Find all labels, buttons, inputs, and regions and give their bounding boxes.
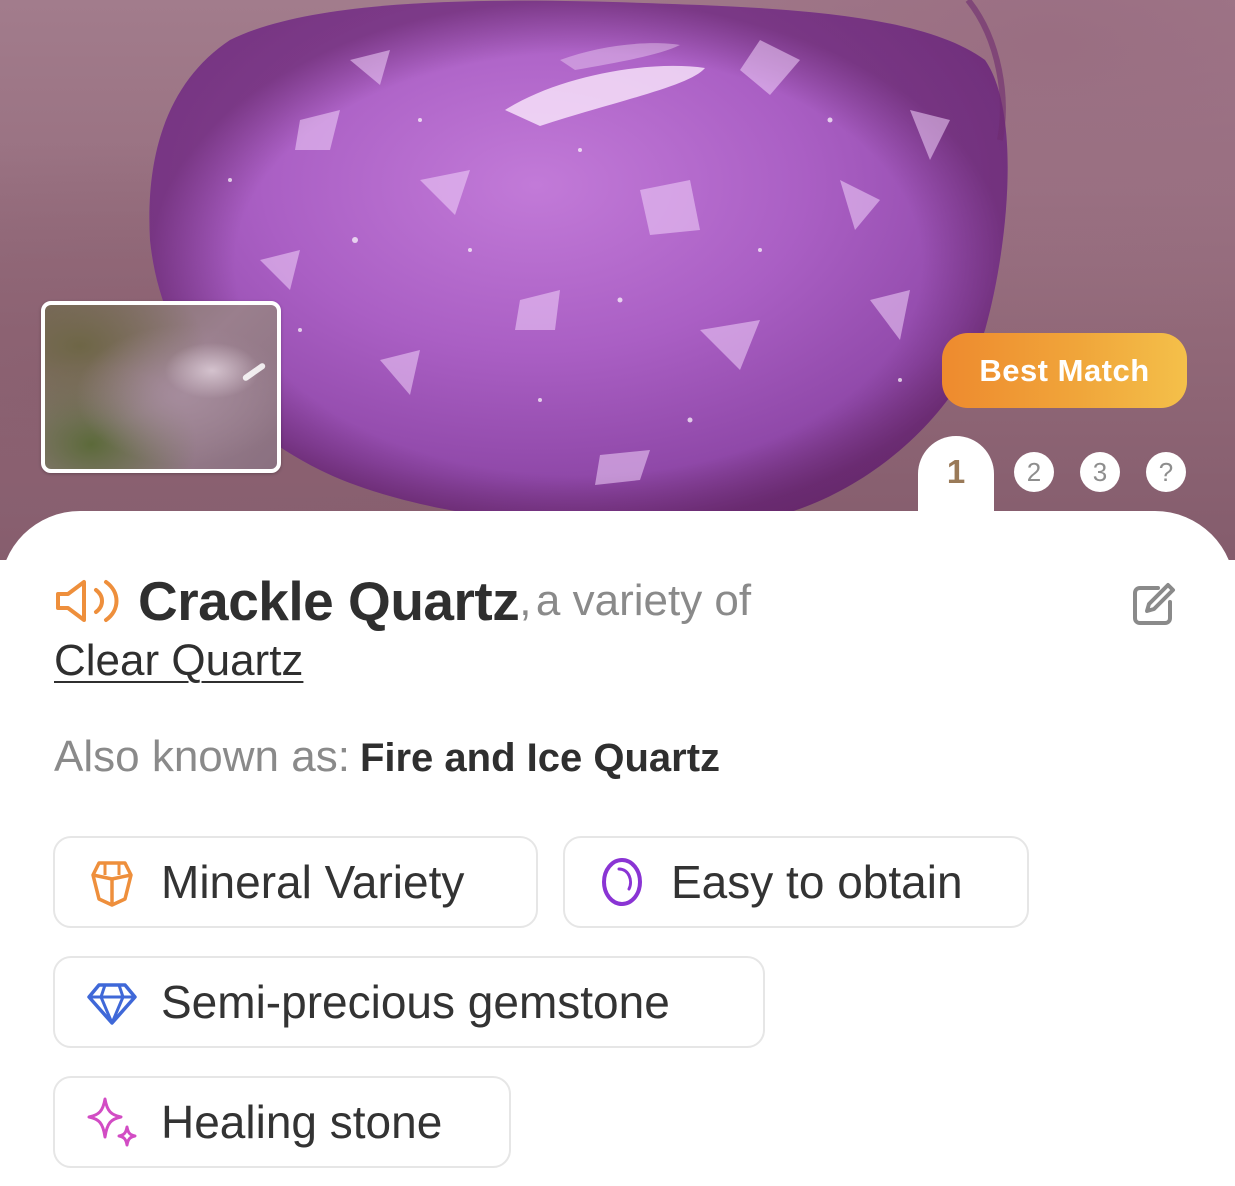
diamond-icon [87, 983, 137, 1025]
result-title: Crackle Quartz, a variety of [54, 566, 1124, 636]
tag-semi-precious-gemstone[interactable]: Semi-precious gemstone [53, 956, 765, 1048]
tag-easy-to-obtain[interactable]: Easy to obtain [563, 836, 1029, 928]
thumbnail-glint [241, 362, 267, 382]
result-tab-1[interactable]: 1 [918, 436, 994, 536]
crystal-outline-icon [91, 861, 133, 907]
parent-mineral-link[interactable]: Clear Quartz [54, 636, 303, 686]
identification-result-page: Best Match 1 2 3 ? Crackle Quartz, a var… [0, 0, 1235, 1186]
edit-icon[interactable] [1130, 580, 1178, 628]
speaker-icon[interactable] [54, 576, 122, 626]
tag-label: Healing stone [161, 1096, 443, 1148]
tag-label: Mineral Variety [161, 856, 465, 908]
result-tab-unknown[interactable]: ? [1146, 452, 1186, 492]
result-tab-3[interactable]: 3 [1080, 452, 1120, 492]
result-tab-2[interactable]: 2 [1014, 452, 1054, 492]
title-comma: , [519, 576, 532, 625]
also-known-as-label: Also known as: [54, 732, 350, 781]
tag-mineral-variety[interactable]: Mineral Variety [53, 836, 538, 928]
also-known-as-value: Fire and Ice Quartz [359, 736, 721, 780]
tag-label: Easy to obtain [671, 856, 963, 908]
also-known-as: Also known as: Fire and Ice Quartz [54, 732, 720, 782]
sparkle-icon [87, 1097, 137, 1147]
stone-oval-icon [602, 858, 642, 906]
variety-of-label: a variety of [535, 576, 752, 625]
best-match-badge: Best Match [942, 333, 1187, 408]
captured-photo-thumbnail[interactable] [41, 301, 281, 473]
specimen-name: Crackle Quartz [138, 570, 520, 632]
tag-label: Semi-precious gemstone [161, 976, 670, 1028]
tag-healing-stone[interactable]: Healing stone [53, 1076, 511, 1168]
